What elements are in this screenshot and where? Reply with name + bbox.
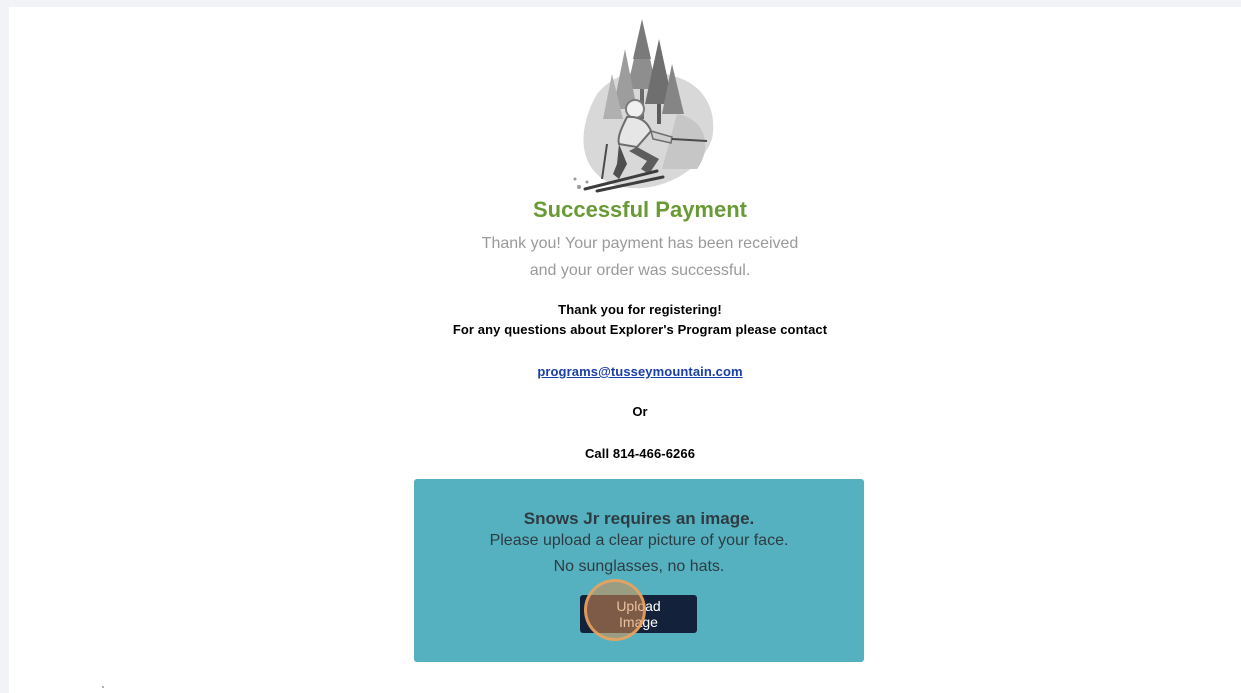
image-upload-panel: Snows Jr requires an image. Please uploa… [414, 479, 864, 662]
upload-image-button[interactable]: Upload Image [580, 595, 697, 633]
registration-thanks: Thank you for registering! [558, 302, 722, 317]
payment-message-line2: and your order was successful. [529, 262, 751, 279]
or-separator: Or [632, 404, 648, 419]
registration-contact-note: For any questions about Explorer's Progr… [452, 322, 828, 337]
payment-message-line1: Thank you! Your payment has been receive… [481, 235, 799, 252]
contact-email-link[interactable]: programs@tusseymountain.com [9, 364, 1241, 379]
payment-success-title: Successful Payment [533, 197, 747, 222]
upload-button-label-line2: Image [619, 614, 658, 630]
stray-dot [102, 686, 104, 688]
upload-panel-title: Snows Jr requires an image. [523, 509, 755, 528]
phone-contact: Call 814-466-6266 [584, 446, 696, 461]
upload-instruction: Please upload a clear picture of your fa… [489, 532, 789, 549]
skier-illustration-icon [567, 19, 727, 195]
success-page: Successful Payment Thank you! Your payme… [9, 7, 1241, 693]
upload-button-label-line1: Upload [616, 598, 661, 614]
upload-restrictions: No sunglasses, no hats. [553, 558, 725, 575]
